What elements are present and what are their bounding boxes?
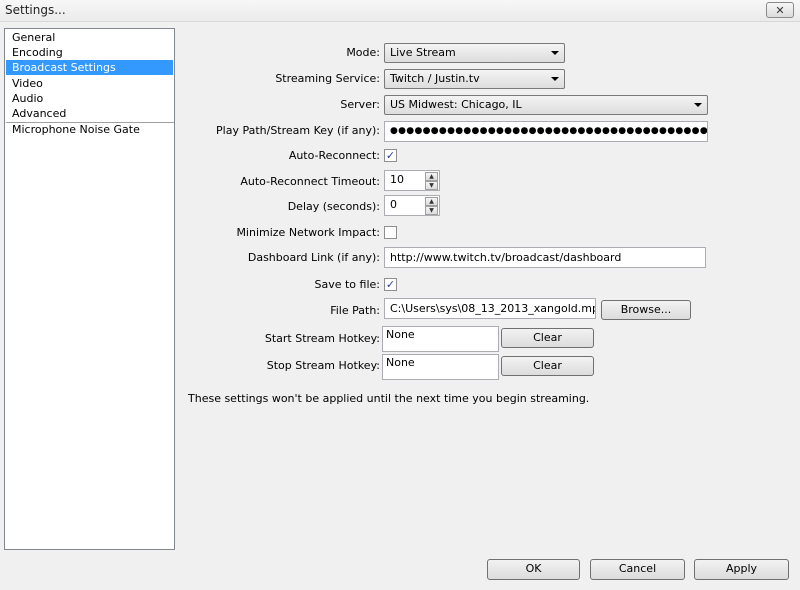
browse-button[interactable]: Browse... [601, 300, 691, 320]
checkmark-icon: ✓ [385, 149, 396, 162]
sidebar-item-microphone-noise-gate[interactable]: Microphone Noise Gate [6, 122, 173, 137]
reconnect-timeout-value: 10 [390, 173, 404, 186]
clear-start-hotkey-button[interactable]: Clear [501, 328, 594, 348]
save-to-file-label: Save to file: [314, 278, 381, 291]
mode-label: Mode: [346, 46, 380, 59]
chevron-down-icon [551, 77, 559, 81]
spin-down-icon[interactable]: ▼ [425, 206, 438, 215]
close-icon: ✕ [775, 3, 785, 17]
start-hotkey-label: Start Stream Hotkey: [264, 332, 380, 345]
sidebar-item-broadcast-settings[interactable]: Broadcast Settings [6, 60, 173, 75]
streaming-service-dropdown[interactable]: Twitch / Justin.tv [384, 69, 565, 89]
auto-reconnect-checkbox[interactable]: ✓ [384, 149, 397, 162]
mode-dropdown[interactable]: Live Stream [384, 43, 565, 63]
delay-label: Delay (seconds): [287, 200, 380, 213]
title-bar: Settings... ✕ [0, 0, 800, 22]
chevron-down-icon [551, 51, 559, 55]
settings-notice: These settings won't be applied until th… [188, 392, 590, 405]
auto-reconnect-label: Auto-Reconnect: [288, 149, 380, 162]
stop-hotkey-label: Stop Stream Hotkey: [266, 359, 380, 372]
reconnect-timeout-label: Auto-Reconnect Timeout: [240, 175, 380, 188]
server-dropdown[interactable]: US Midwest: Chicago, IL [384, 95, 708, 115]
apply-button[interactable]: Apply [694, 559, 789, 580]
file-path-field[interactable]: C:\Users\sys\08_13_2013_xangold.mp4 [384, 298, 596, 319]
reconnect-timeout-spinner[interactable]: 10 ▲ ▼ [384, 170, 440, 191]
server-value: US Midwest: Chicago, IL [390, 98, 522, 111]
stream-key-label: Play Path/Stream Key (if any): [216, 124, 380, 137]
close-button[interactable]: ✕ [766, 2, 794, 18]
mode-value: Live Stream [390, 46, 456, 59]
streaming-service-value: Twitch / Justin.tv [390, 72, 480, 85]
chevron-down-icon [694, 103, 702, 107]
dashboard-link-label: Dashboard Link (if any): [247, 251, 380, 264]
ok-button[interactable]: OK [487, 559, 580, 580]
save-to-file-checkbox[interactable]: ✓ [384, 278, 397, 291]
window-title: Settings... [5, 3, 66, 17]
stop-hotkey-field[interactable]: None [382, 354, 499, 380]
spin-down-icon[interactable]: ▼ [425, 181, 438, 190]
dashboard-link-field[interactable]: http://www.twitch.tv/broadcast/dashboard [384, 247, 706, 268]
sidebar-item-audio[interactable]: Audio [6, 91, 173, 106]
delay-value: 0 [390, 198, 397, 211]
spin-up-icon[interactable]: ▲ [425, 172, 438, 181]
settings-category-list: General Encoding Broadcast Settings Vide… [4, 28, 175, 550]
delay-spinner[interactable]: 0 ▲ ▼ [384, 195, 440, 216]
sidebar-item-video[interactable]: Video [6, 76, 173, 91]
checkmark-icon: ✓ [385, 278, 396, 291]
sidebar-item-general[interactable]: General [6, 30, 173, 45]
minimize-network-label: Minimize Network Impact: [236, 226, 380, 239]
server-label: Server: [340, 98, 380, 111]
stream-key-field[interactable]: ●●●●●●●●●●●●●●●●●●●●●●●●●●●●●●●●●●●●●●●●… [384, 121, 708, 142]
sidebar-item-encoding[interactable]: Encoding [6, 45, 173, 60]
clear-stop-hotkey-button[interactable]: Clear [501, 356, 594, 376]
cancel-button[interactable]: Cancel [590, 559, 685, 580]
spin-up-icon[interactable]: ▲ [425, 197, 438, 206]
file-path-label: File Path: [330, 304, 380, 317]
sidebar-item-advanced[interactable]: Advanced [6, 106, 173, 121]
start-hotkey-field[interactable]: None [382, 326, 499, 352]
minimize-network-checkbox[interactable] [384, 226, 397, 239]
streaming-service-label: Streaming Service: [275, 72, 380, 85]
